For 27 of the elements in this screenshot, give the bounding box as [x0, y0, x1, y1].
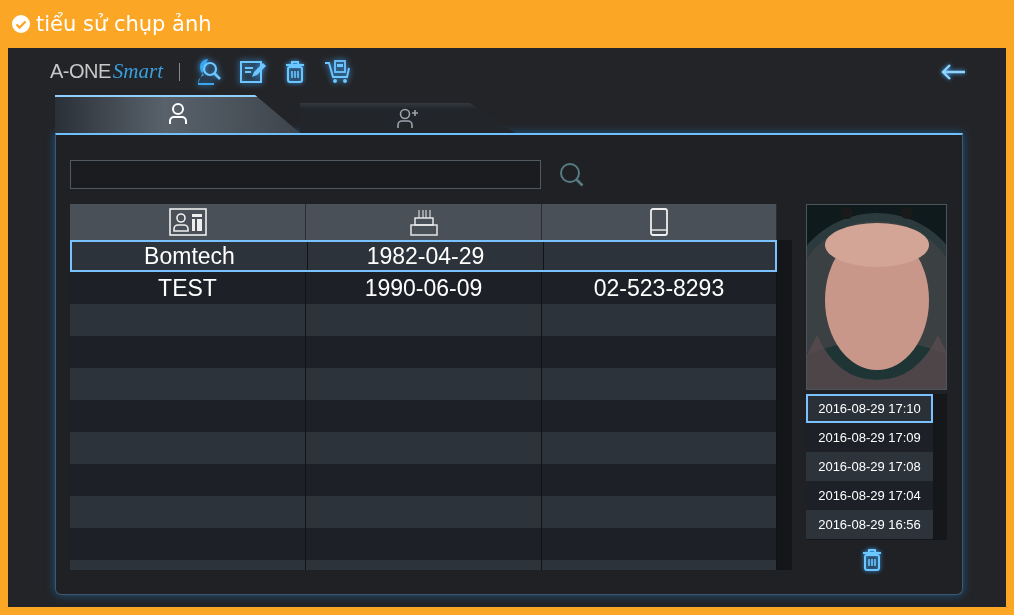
search-field[interactable] [70, 160, 541, 189]
page-title: tiểu sử chụp ảnh [36, 12, 212, 36]
capture-item[interactable]: 2016-08-29 17:10 [806, 394, 933, 423]
logo-text: A-ONE [50, 60, 111, 83]
table-cell: Bomtech [72, 242, 308, 270]
cart-icon[interactable] [324, 59, 353, 84]
person-add-icon [396, 108, 419, 128]
table-row[interactable]: Bomtech 1982-04-29 [70, 240, 777, 272]
tab[interactable] [55, 95, 300, 133]
cake-icon [408, 207, 439, 237]
capture-item[interactable]: 2016-08-29 17:04 [806, 481, 933, 510]
capture-item[interactable]: 2016-08-29 16:56 [806, 510, 933, 539]
logo-text: Smart [112, 59, 164, 84]
check-circle-icon [12, 15, 30, 33]
back-arrow-icon[interactable] [940, 62, 966, 81]
person-search-icon[interactable] [196, 58, 223, 85]
scrollbar[interactable] [777, 240, 792, 570]
phone-icon [650, 208, 668, 236]
edit-note-icon[interactable] [240, 59, 267, 84]
capture-item[interactable]: 2016-08-29 17:08 [806, 452, 933, 481]
contact-card-icon [168, 208, 207, 236]
person-icon [167, 103, 188, 125]
capture-item[interactable]: 2016-08-29 17:09 [806, 423, 933, 452]
search-icon[interactable] [559, 161, 585, 188]
table-cell: 1982-04-29 [308, 242, 544, 270]
trash-icon[interactable] [284, 59, 307, 84]
trash-icon[interactable] [860, 548, 883, 572]
